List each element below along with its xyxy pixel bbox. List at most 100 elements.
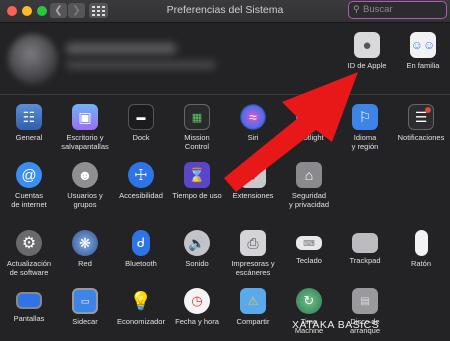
pane-general[interactable]: ☷ General [1,104,57,142]
family-sharing-pane[interactable]: ☺☺ En familia [395,32,450,70]
keyboard-icon: ⌨ [296,236,322,250]
pane-label: Impresoras y escáneres [231,259,275,277]
pane-label: Sonido [185,259,209,268]
pane-label: Spotlight [294,133,324,142]
mouse-icon [414,230,428,256]
family-icon: ☺☺ [410,32,436,58]
dock-icon: ▬ [128,104,154,130]
pane-label: Sidecar [72,317,98,326]
spotlight-icon: ⚲ [296,104,322,130]
pane-bluetooth[interactable]: ᑯ Bluetooth [113,230,169,268]
general-icon: ☷ [16,104,42,130]
pane-label: Compartir [236,317,270,326]
pane-notifications[interactable]: ☰ Notificaciones [393,104,449,142]
mission-control-icon: ▦ [184,104,210,130]
pane-label: Usuarios y grupos [67,191,103,209]
pane-language-region[interactable]: ⚐ Idioma y región [337,104,393,151]
account-name-blurred [66,43,176,54]
back-button[interactable]: ❮ [50,3,67,18]
pane-label: Dock [132,133,150,142]
pane-label: Accesibilidad [119,191,163,200]
pane-label: Siri [247,133,259,142]
minimize-window-button[interactable] [22,6,32,16]
close-window-button[interactable] [7,6,17,16]
siri-icon: ≈ [240,104,266,130]
network-globe-icon: ❋ [72,230,98,256]
section-divider [0,94,450,95]
desktop-icon: ▣ [72,104,98,130]
speaker-icon: 🔊 [184,230,210,256]
startup-disk-icon: ▤ [352,288,378,314]
pane-software-update[interactable]: ⚙ Actualización de software [1,230,57,277]
lightbulb-icon: 💡 [129,290,153,311]
pane-extensions[interactable]: ❖ Extensiones [225,162,281,200]
pane-label: Cuentas de internet [11,191,47,209]
hourglass-icon: ⌛ [184,162,210,188]
calendar-clock-icon: ◷ [184,288,210,314]
show-all-grid-button[interactable] [89,3,108,18]
pane-sound[interactable]: 🔊 Sonido [169,230,225,268]
at-sign-icon: @ [16,162,42,188]
pane-label: Mission Control [184,133,210,151]
apple-id-pane[interactable]: ● ID de Apple [339,32,395,70]
pane-printers-scanners[interactable]: ⎙ Impresoras y escáneres [225,230,281,277]
pane-label: Pantallas [13,314,45,323]
pane-internet-accounts[interactable]: @ Cuentas de internet [1,162,57,209]
pane-trackpad[interactable]: Trackpad [337,230,393,265]
users-icon: ☻ [72,162,98,188]
pane-label: Economizador [117,317,165,326]
sidecar-icon: ▭ [72,288,98,314]
zoom-window-button[interactable] [37,6,47,16]
display-icon [16,292,42,309]
pane-accessibility[interactable]: ☩ Accesibilidad [113,162,169,200]
bluetooth-icon: ᑯ [132,230,150,256]
avatar[interactable] [8,34,58,84]
family-sharing-label: En familia [406,61,440,70]
gear-update-icon: ⚙ [16,230,42,256]
pane-sidecar[interactable]: ▭ Sidecar [57,288,113,326]
account-email-blurred [66,61,216,69]
trackpad-icon [352,233,378,253]
pane-label: Escritorio y salvapantallas [61,133,109,151]
pane-energy-saver[interactable]: 💡 Economizador [113,288,169,327]
pane-label: Bluetooth [125,259,157,268]
pane-dock[interactable]: ▬ Dock [113,104,169,142]
search-icon: ⚲ [353,4,360,14]
forward-button[interactable]: ❯ [68,3,85,18]
apple-logo-icon: ● [354,32,380,58]
pane-label: Notificaciones [397,133,445,142]
pane-network[interactable]: ❋ Red [57,230,113,268]
pane-security-privacy[interactable]: ⌂ Seguridad y privacidad [281,162,337,209]
pane-desktop-screensaver[interactable]: ▣ Escritorio y salvapantallas [57,104,113,151]
pane-spotlight[interactable]: ⚲ Spotlight [281,104,337,142]
window-title: Preferencias del Sistema [166,4,284,16]
pane-label: Fecha y hora [175,317,219,326]
accessibility-icon: ☩ [128,162,154,188]
pane-label: Red [78,259,92,268]
pane-label: Ratón [410,259,431,268]
pane-label: Teclado [296,256,322,265]
pane-label: Actualización de software [6,259,52,277]
search-field[interactable]: ⚲ [348,1,447,19]
pane-users-groups[interactable]: ☻ Usuarios y grupos [57,162,113,209]
pane-date-time[interactable]: ◷ Fecha y hora [169,288,225,326]
pane-label: Idioma y región [351,133,379,151]
account-header: ● ID de Apple ☺☺ En familia [0,23,450,95]
pane-mouse[interactable]: Ratón [393,230,449,268]
search-input[interactable] [363,3,441,16]
puzzle-icon: ❖ [240,162,266,188]
pane-screen-time[interactable]: ⌛ Tiempo de uso [169,162,225,200]
pane-siri[interactable]: ≈ Siri [225,104,281,142]
time-machine-icon: ↻ [296,288,322,314]
notifications-icon: ☰ [408,104,434,130]
watermark-text: XATAKA BASICS [292,319,380,331]
pane-mission-control[interactable]: ▦ Mission Control [169,104,225,151]
apple-id-label: ID de Apple [347,61,387,70]
pane-displays[interactable]: Pantallas [1,288,57,323]
pane-label: Trackpad [349,256,381,265]
pane-keyboard[interactable]: ⌨ Teclado [281,230,337,265]
language-globe-icon: ⚐ [352,104,378,130]
title-bar: ❮ ❯ Preferencias del Sistema ⚲ [0,0,450,23]
pane-sharing[interactable]: ⚠ Compartir [225,288,281,326]
pane-label: General [15,133,43,142]
